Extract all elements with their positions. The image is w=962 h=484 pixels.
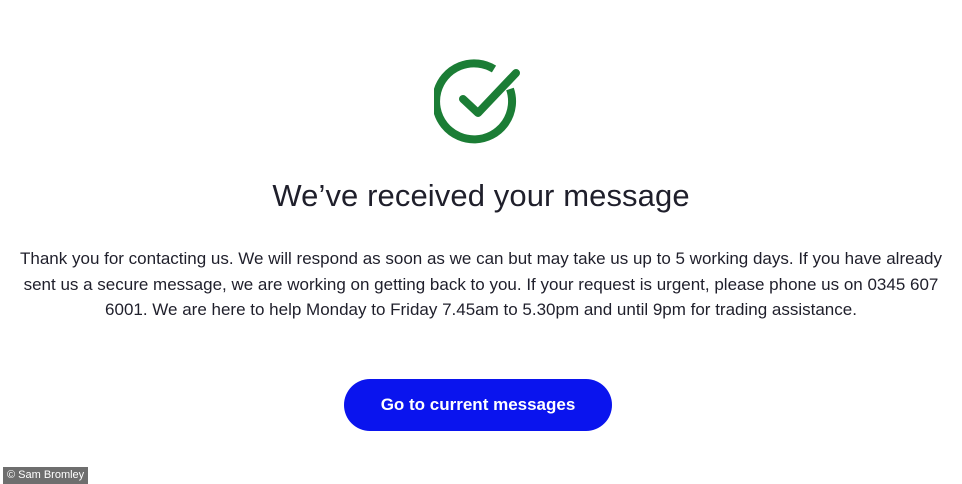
go-to-current-messages-button[interactable]: Go to current messages (344, 379, 612, 431)
confirmation-message: Thank you for contacting us. We will res… (20, 249, 942, 319)
photo-credit: © Sam Bromley (3, 467, 89, 484)
page-title: We’ve received your message (272, 178, 690, 213)
check-circle-icon (434, 59, 524, 149)
confirmation-panel: We’ve received your message Thank you fo… (0, 0, 962, 484)
